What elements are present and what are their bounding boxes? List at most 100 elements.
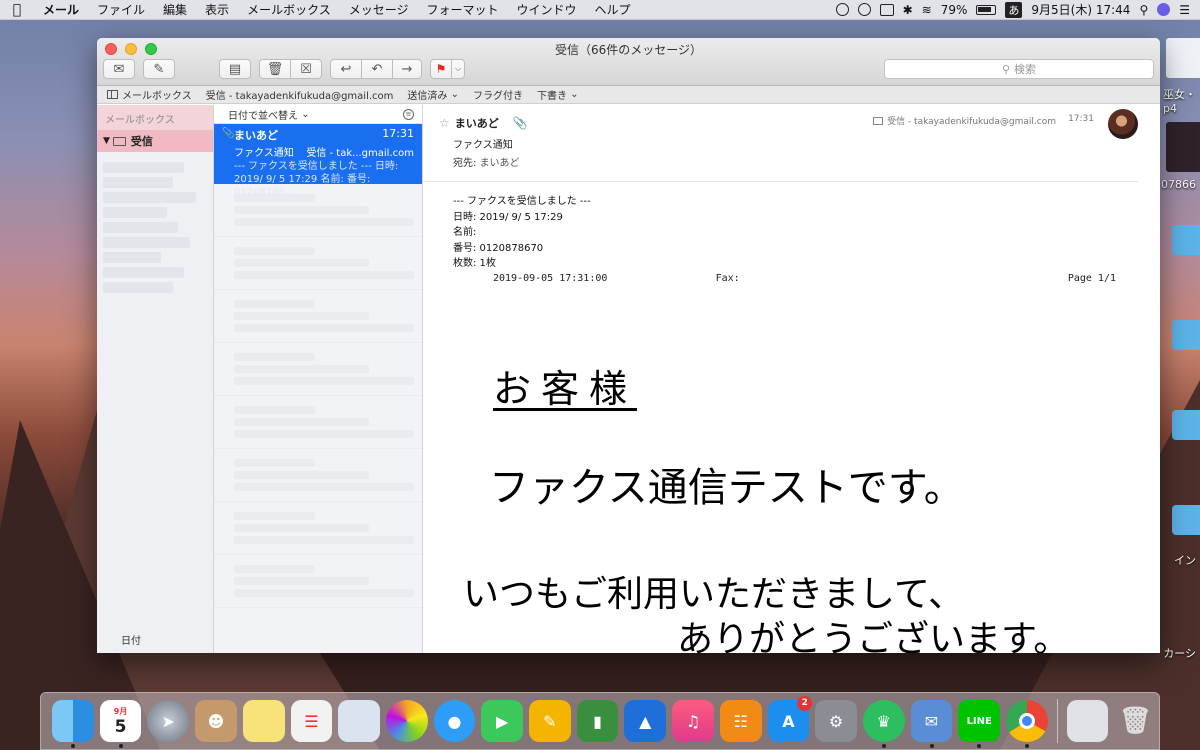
notification-center-icon[interactable]: ☰ <box>1179 3 1190 17</box>
apple-menu-icon[interactable]:  <box>0 2 34 18</box>
evernote-icon[interactable]: ♛ <box>862 700 905 748</box>
keynote-icon[interactable]: ▲ <box>624 700 667 742</box>
trash-icon[interactable]: 🗑 <box>1114 700 1156 742</box>
launchpad-icon[interactable]: ➤ <box>147 700 190 742</box>
sidebar-item[interactable] <box>103 162 185 173</box>
archive-button[interactable]: ▤ <box>219 59 251 79</box>
ibooks-icon[interactable]: ☷ <box>719 700 762 742</box>
bluetooth-icon[interactable]: ✱ <box>903 3 913 17</box>
desktop-folder-icon[interactable] <box>1172 410 1200 440</box>
battery-icon[interactable] <box>976 4 997 15</box>
line-status-icon[interactable] <box>835 3 849 16</box>
flag-button[interactable]: ⚑ <box>430 59 452 79</box>
delete-junk-group: 🗑 ☒ <box>259 59 322 79</box>
desktop-folder-icon[interactable] <box>1172 320 1200 350</box>
notes-icon[interactable] <box>242 700 285 742</box>
itunes-icon[interactable]: ♫ <box>672 700 714 742</box>
message-recipients: 宛先: まいあど <box>453 154 1122 169</box>
to-recipient[interactable]: まいあど <box>480 158 520 169</box>
favorites-inbox-button[interactable]: 受信 - takayadenkifukuda@gmail.com <box>206 87 394 102</box>
sidebar-item[interactable] <box>103 222 179 233</box>
window-titlebar[interactable]: 受信（66件のメッセージ） ✉ ✎ ▤ 🗑 ☒ ↩ ↶ → ⚑ ⌵ ⚲ 検索 <box>97 38 1160 86</box>
sidebar-item[interactable] <box>103 192 196 203</box>
menu-view[interactable]: 表示 <box>196 1 238 18</box>
line-icon[interactable]: LINE <box>958 700 1001 748</box>
junk-button[interactable]: ☒ <box>290 59 322 79</box>
facetime-icon[interactable]: ▶ <box>481 700 524 742</box>
compose-button[interactable]: ✎ <box>143 59 175 79</box>
favorites-mailboxes-button[interactable]: メールボックス <box>107 87 192 102</box>
preview-icon[interactable] <box>338 700 380 742</box>
menu-file[interactable]: ファイル <box>88 1 154 18</box>
forward-button[interactable]: → <box>392 59 422 79</box>
recent-window-thumbnail[interactable] <box>1066 700 1109 742</box>
menubar-clock[interactable]: 9月5日(木) 17:44 <box>1031 1 1130 18</box>
menu-mailbox[interactable]: メールボックス <box>238 1 340 18</box>
message-list-item-selected[interactable]: 📎 まいあど 17:31 ファクス通知 受信 - tak...gmail.com… <box>214 124 422 198</box>
dropbox-status-icon[interactable] <box>857 3 871 16</box>
favorites-sent-button[interactable]: 送信済み ⌄ <box>407 87 459 102</box>
sidebar-item-inbox[interactable]: ▼ 受信 <box>97 130 213 152</box>
calendar-icon[interactable]: 9月 5 <box>99 700 142 748</box>
photos-icon[interactable] <box>385 700 428 742</box>
message-mailbox-label: 受信 - takayadenkifukuda@gmail.com <box>873 114 1056 127</box>
fax-text-line: ファクス通信テストです。 <box>489 465 964 511</box>
sidebar-item[interactable] <box>103 267 185 278</box>
reply-button[interactable]: ↩ <box>330 59 362 79</box>
input-method-indicator[interactable]: あ <box>1005 1 1023 18</box>
finder-icon[interactable] <box>52 700 94 748</box>
favorites-flagged-button[interactable]: フラグ付き <box>473 87 523 102</box>
desktop-folder-icon[interactable] <box>1172 225 1200 255</box>
sort-menu[interactable]: 日付で並べ替え ⌄ ≡ <box>214 105 422 124</box>
menu-format[interactable]: フォーマット <box>417 1 507 18</box>
favorites-bar: メールボックス 受信 - takayadenkifukuda@gmail.com… <box>97 86 1160 104</box>
desktop-file-label: イン <box>1174 554 1196 567</box>
pages-icon[interactable]: ✎ <box>529 700 571 742</box>
star-icon[interactable]: ☆ <box>439 116 450 130</box>
attachment-icon[interactable]: 📎 <box>513 116 528 130</box>
chrome-icon[interactable] <box>1006 700 1048 748</box>
reply-group: ↩ ↶ → <box>330 59 422 79</box>
messages-icon[interactable]: ● <box>433 700 476 742</box>
filter-icon[interactable]: ≡ <box>403 108 414 120</box>
delete-button[interactable]: 🗑 <box>259 59 291 79</box>
siri-icon[interactable] <box>1157 3 1171 16</box>
message-header: ☆ まいあど 📎 受信 - takayadenkifukuda@gmail.co… <box>423 105 1138 182</box>
menu-edit[interactable]: 編集 <box>154 1 196 18</box>
menu-message[interactable]: メッセージ <box>340 1 418 18</box>
sidebar-item[interactable] <box>103 282 173 293</box>
favorites-drafts-button[interactable]: 下書き ⌄ <box>537 87 579 102</box>
search-field[interactable]: ⚲ 検索 <box>884 59 1154 79</box>
reminders-icon[interactable]: ☰ <box>290 700 333 742</box>
mail-icon[interactable]: ✉ <box>910 700 953 748</box>
system-preferences-icon[interactable]: ⚙ <box>815 700 857 742</box>
chevron-down-icon: ⌄ <box>450 89 459 100</box>
sidebar-item[interactable] <box>103 207 167 218</box>
numbers-icon[interactable]: ▮ <box>576 700 619 742</box>
menu-window[interactable]: ウインドウ <box>508 1 586 18</box>
wifi-icon[interactable]: ≋ <box>922 3 932 17</box>
disclosure-triangle-icon[interactable]: ▼ <box>103 136 110 146</box>
search-icon: ⚲ <box>1001 62 1011 76</box>
message-list: 日付で並べ替え ⌄ ≡ 📎 まいあど 17:31 ファクス通知 受信 - tak… <box>214 105 423 653</box>
sidebar-item[interactable] <box>103 252 161 263</box>
get-mail-button[interactable]: ✉ <box>103 59 135 79</box>
dock-separator <box>1056 699 1058 743</box>
flag-menu-button[interactable]: ⌵ <box>451 59 465 79</box>
contacts-icon[interactable]: ☻ <box>195 700 237 742</box>
desktop-folder-icon[interactable] <box>1172 505 1200 535</box>
sidebar-item[interactable] <box>103 237 190 248</box>
battery-percent[interactable]: 79% <box>941 3 968 17</box>
menu-app-mail[interactable]: メール <box>34 1 88 18</box>
menu-help[interactable]: ヘルプ <box>586 1 640 18</box>
desktop-image-icon[interactable] <box>1166 122 1200 172</box>
app-store-icon[interactable]: A2 <box>767 696 813 742</box>
reply-all-button[interactable]: ↶ <box>361 59 393 79</box>
sidebar-item[interactable] <box>103 177 173 188</box>
body-line: 日時: 2019/ 9/ 5 17:29 <box>453 211 563 223</box>
desktop-file-icon[interactable] <box>1166 38 1200 78</box>
message-from[interactable]: まいあど <box>455 115 499 131</box>
airplay-icon[interactable] <box>879 3 894 16</box>
spotlight-search-icon[interactable]: ⚲ <box>1139 3 1148 17</box>
compose-icon: ✎ <box>153 61 165 77</box>
